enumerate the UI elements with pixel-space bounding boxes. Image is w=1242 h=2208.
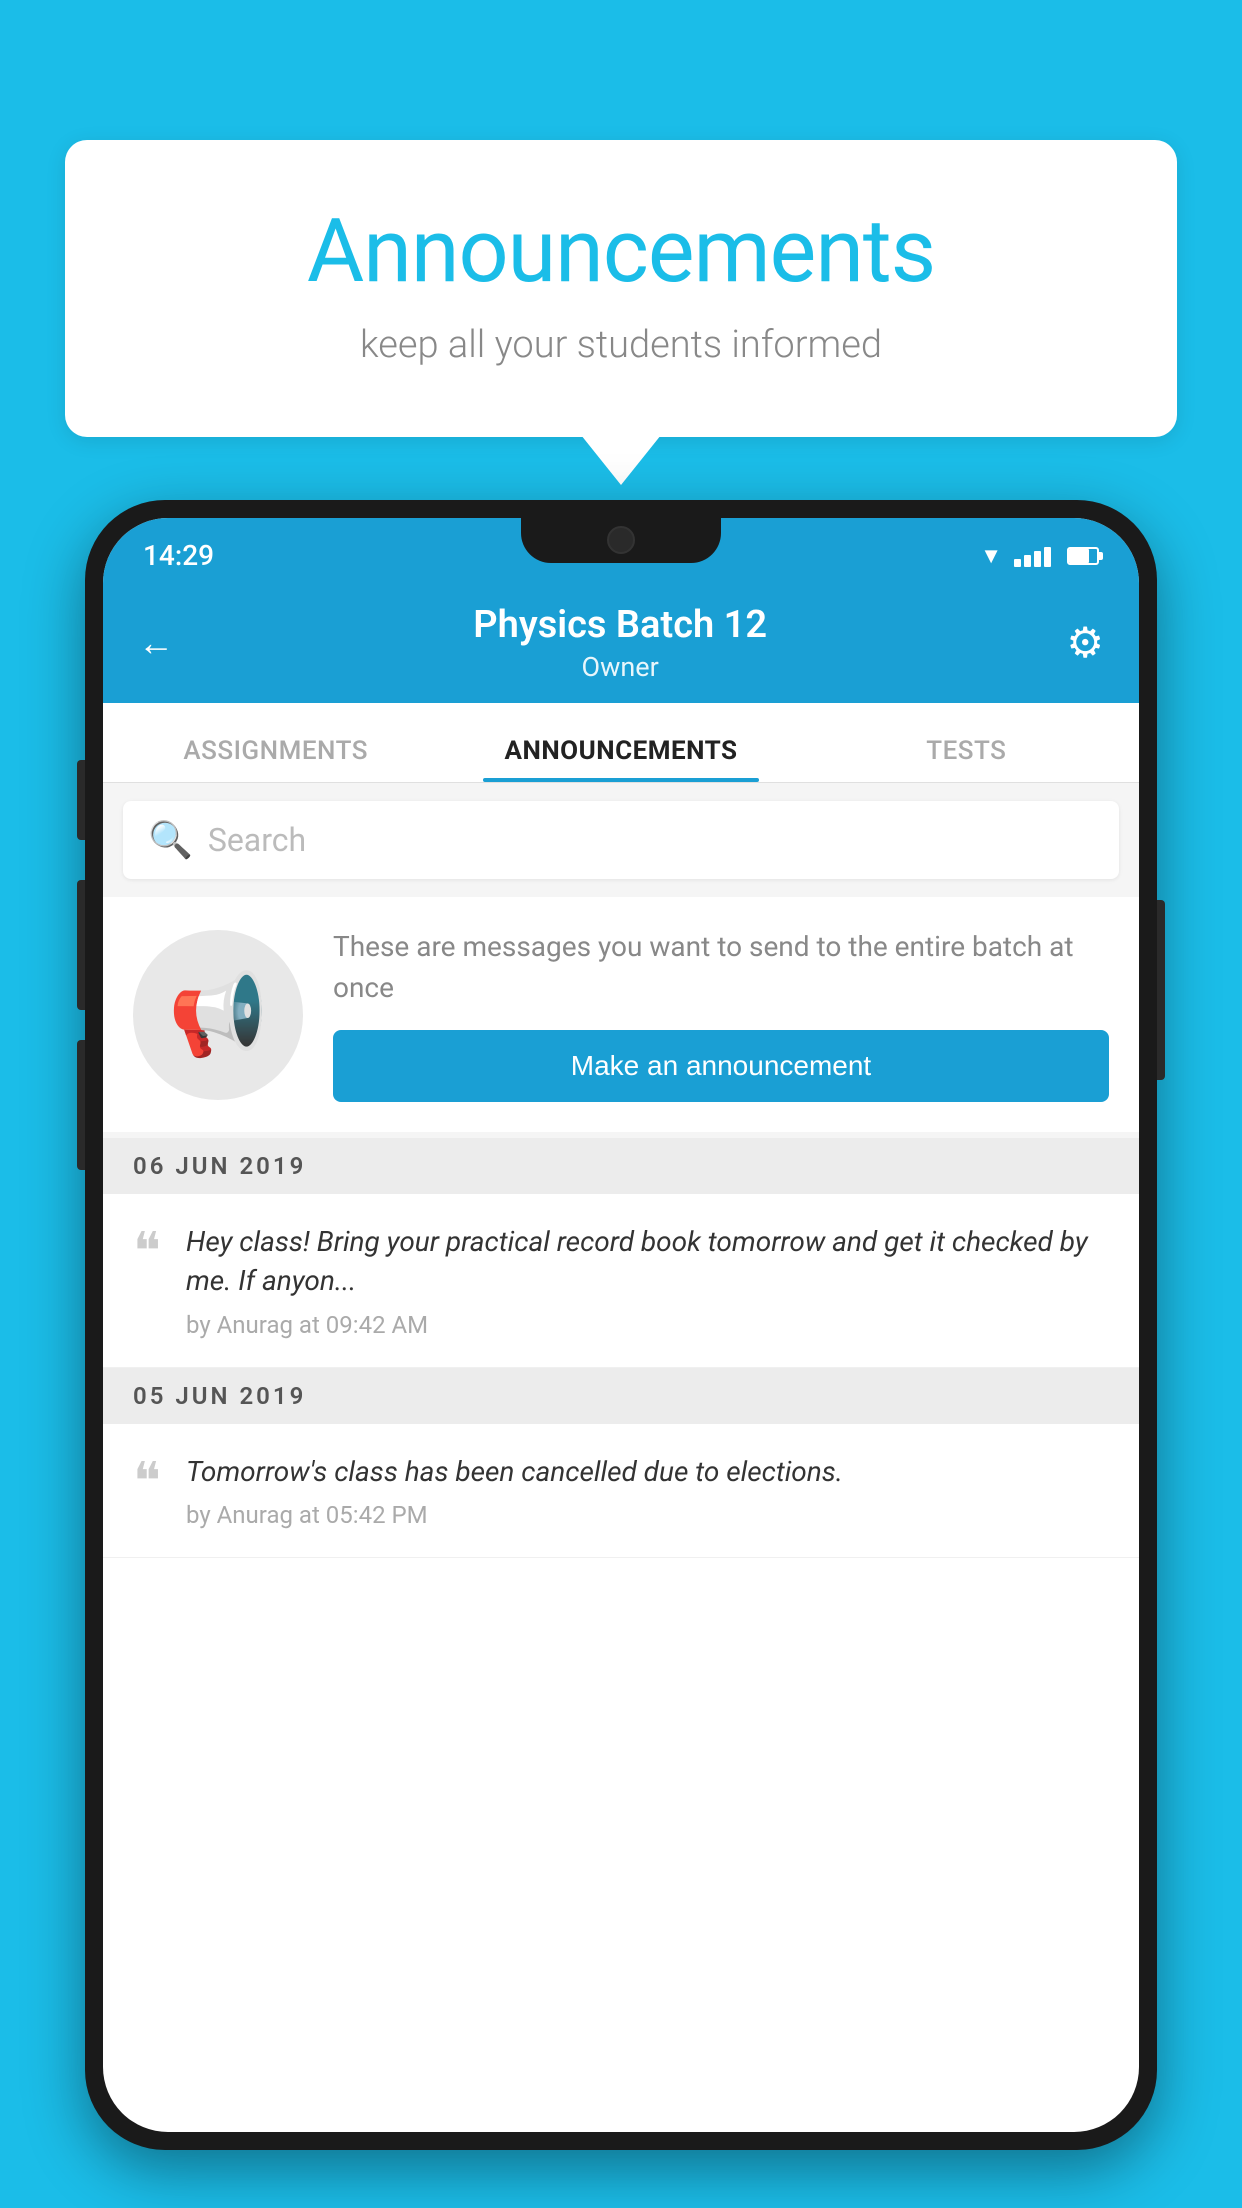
speech-bubble-title: Announcements [145, 200, 1097, 303]
phone-button-power [1157, 900, 1165, 1080]
quote-icon-2: ❝ [133, 1457, 161, 1509]
header-title-block: Physics Batch 12 Owner [473, 603, 767, 683]
announcement-meta-1: by Anurag at 09:42 AM [186, 1311, 1109, 1339]
announcement-content-1: Hey class! Bring your practical record b… [186, 1222, 1109, 1338]
speech-bubble-container: Announcements keep all your students inf… [65, 140, 1177, 437]
search-icon: 🔍 [148, 819, 193, 861]
promo-card: 📢 These are messages you want to send to… [103, 897, 1139, 1132]
phone-button-mute [77, 760, 85, 840]
status-icons: ▼ [980, 543, 1099, 569]
promo-description: These are messages you want to send to t… [333, 927, 1109, 1008]
promo-content: These are messages you want to send to t… [333, 927, 1109, 1102]
batch-title: Physics Batch 12 [473, 603, 767, 647]
app-header: ← Physics Batch 12 Owner ⚙ [103, 583, 1139, 703]
phone-screen: 14:29 ▼ [103, 518, 1139, 2132]
tab-announcements[interactable]: ANNOUNCEMENTS [448, 736, 793, 782]
content-area: 🔍 Search 📢 These are messages you want t… [103, 783, 1139, 1558]
make-announcement-button[interactable]: Make an announcement [333, 1030, 1109, 1102]
status-time: 14:29 [143, 539, 214, 572]
speech-bubble: Announcements keep all your students inf… [65, 140, 1177, 437]
tab-tests[interactable]: TESTS [794, 736, 1139, 782]
phone-frame: 14:29 ▼ [85, 500, 1157, 2150]
tab-assignments[interactable]: ASSIGNMENTS [103, 736, 448, 782]
phone-notch [521, 518, 721, 563]
announcement-content-2: Tomorrow's class has been cancelled due … [186, 1452, 1109, 1529]
announcement-message-1: Hey class! Bring your practical record b… [186, 1222, 1109, 1300]
phone-button-volume-up [77, 880, 85, 1010]
battery-icon [1067, 547, 1099, 565]
date-separator-2: 05 JUN 2019 [103, 1368, 1139, 1424]
announcement-item-1[interactable]: ❝ Hey class! Bring your practical record… [103, 1194, 1139, 1367]
batch-subtitle: Owner [473, 651, 767, 683]
back-button[interactable]: ← [138, 622, 174, 664]
promo-icon-circle: 📢 [133, 930, 303, 1100]
announcement-meta-2: by Anurag at 05:42 PM [186, 1501, 1109, 1529]
phone-button-volume-down [77, 1040, 85, 1170]
tabs-bar: ASSIGNMENTS ANNOUNCEMENTS TESTS [103, 703, 1139, 783]
announcement-item-2[interactable]: ❝ Tomorrow's class has been cancelled du… [103, 1424, 1139, 1558]
signal-icon [1014, 545, 1051, 567]
date-separator-1: 06 JUN 2019 [103, 1138, 1139, 1194]
phone-camera [607, 526, 635, 554]
speech-bubble-subtitle: keep all your students informed [145, 323, 1097, 367]
wifi-icon: ▼ [980, 543, 1002, 569]
search-bar[interactable]: 🔍 Search [123, 801, 1119, 879]
announcement-message-2: Tomorrow's class has been cancelled due … [186, 1452, 1109, 1491]
phone-container: 14:29 ▼ [85, 500, 1157, 2150]
quote-icon-1: ❝ [133, 1227, 161, 1279]
megaphone-icon: 📢 [168, 968, 268, 1062]
search-placeholder: Search [208, 821, 306, 859]
settings-icon[interactable]: ⚙ [1066, 618, 1104, 668]
